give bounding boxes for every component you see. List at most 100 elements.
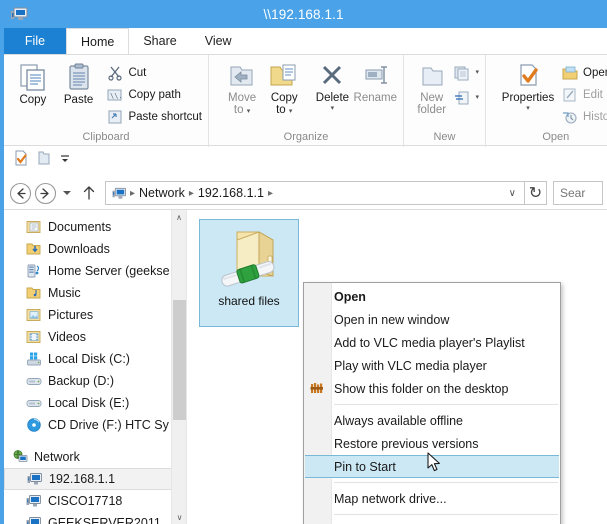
explorer-window: \\192.168.1.1 File Home Share View Copy …: [0, 0, 607, 524]
nav-item-cd-drive-f[interactable]: CD Drive (F:) HTC Sy: [4, 414, 186, 436]
shared-folder-icon: [221, 231, 275, 287]
tab-home[interactable]: Home: [66, 28, 130, 54]
scrollbar-thumb[interactable]: [173, 300, 186, 420]
nav-item-geekserver2011[interactable]: GEEKSERVER2011: [4, 512, 186, 524]
ctx-item-open[interactable]: Open: [304, 285, 560, 308]
nav-item-videos[interactable]: Videos: [4, 326, 186, 348]
nav-item-documents[interactable]: Documents: [4, 216, 186, 238]
nav-item-cisco17718[interactable]: CISCO17718: [4, 490, 186, 512]
ctx-item-show-folder-on-desktop[interactable]: Show this folder on the desktop: [304, 377, 560, 400]
breadcrumb-separator: ▸: [130, 187, 136, 199]
ctx-item-label: Always available offline: [334, 413, 464, 428]
easy-access-button[interactable]: ▾: [454, 88, 479, 107]
ctx-item-label: Open in new window: [334, 312, 450, 327]
breadcrumb-separator: ▸: [267, 187, 273, 199]
tab-share[interactable]: Share: [129, 28, 190, 54]
window-title: \\192.168.1.1: [263, 6, 344, 22]
breadcrumb-separator: ▸: [188, 187, 194, 199]
ctx-separator: [334, 404, 558, 405]
ctx-item-label: Add to VLC media player's Playlist: [334, 335, 525, 350]
nav-item-home-server[interactable]: Home Server (geekse: [4, 260, 186, 282]
file-item-shared-files[interactable]: shared files: [199, 219, 299, 327]
ctx-item-restore-previous-versions[interactable]: Restore previous versions: [304, 432, 560, 455]
nav-item-backup-d[interactable]: Backup (D:): [4, 370, 186, 392]
copy-to-button[interactable]: Copy to ▾: [263, 59, 305, 116]
copy-to-button-label: Copy to ▾: [270, 92, 298, 116]
ribbon-group-label-open: Open: [542, 131, 570, 143]
ctx-item-map-network-drive[interactable]: Map network drive...: [304, 487, 560, 510]
ctx-item-pin-to-start[interactable]: Pin to Start: [305, 455, 559, 478]
nav-item-local-disk-e[interactable]: Local Disk (E:): [4, 392, 186, 414]
new-folder-button[interactable]: New folder: [410, 59, 453, 116]
back-button[interactable]: [8, 181, 33, 206]
nav-section-network[interactable]: Network: [4, 446, 186, 468]
open-button[interactable]: Open ▾: [562, 63, 607, 82]
windows-disk-icon: [27, 352, 41, 366]
new-folder-qat-icon[interactable]: [36, 150, 52, 171]
nav-item-downloads[interactable]: Downloads: [4, 238, 186, 260]
history-button[interactable]: History: [562, 107, 607, 126]
address-dropdown-icon[interactable]: ∨: [503, 188, 522, 199]
videos-icon: [26, 331, 41, 343]
nav-item-local-disk-c[interactable]: Local Disk (C:): [4, 348, 186, 370]
rename-button[interactable]: Rename: [354, 59, 397, 104]
refresh-button[interactable]: ↻: [525, 181, 547, 205]
ctx-item-open-in-new-window[interactable]: Open in new window: [304, 308, 560, 331]
disk-icon: [26, 378, 42, 385]
customize-dropdown-icon[interactable]: [59, 151, 71, 169]
nav-item-label: CISCO17718: [48, 494, 123, 508]
open-folder-icon: [562, 66, 578, 79]
address-bar: ▸ Network ▸ 192.168.1.1 ▸ ∨ ↻ Sear: [4, 177, 607, 209]
ribbon-group-label-organize: Organize: [283, 131, 329, 143]
ctx-item-label: Show this folder on the desktop: [334, 381, 509, 396]
ribbon-group-clipboard: Copy Paste Cut \\. Copy path Paste short…: [4, 55, 209, 147]
ribbon-group-new: New folder ▾ ▾ New: [404, 55, 486, 147]
ctx-item-always-available-offline[interactable]: Always available offline: [304, 409, 560, 432]
ctx-item-copy[interactable]: Copy: [304, 519, 560, 524]
ctx-item-label: Play with VLC media player: [334, 358, 487, 373]
breadcrumb-bar[interactable]: ▸ Network ▸ 192.168.1.1 ▸ ∨: [105, 181, 525, 205]
ctx-item-add-to-vlc-playlist[interactable]: Add to VLC media player's Playlist: [304, 331, 560, 354]
breadcrumb-host[interactable]: 192.168.1.1: [195, 186, 267, 200]
copy-path-button[interactable]: \\.. Copy path: [107, 85, 202, 104]
open-button-label: Open: [583, 66, 607, 79]
properties-qat-icon[interactable]: [13, 150, 29, 171]
search-input[interactable]: Sear: [553, 181, 603, 205]
network-computer-icon: [26, 495, 41, 507]
copy-button-label: Copy: [19, 94, 47, 106]
cut-button[interactable]: Cut: [107, 63, 202, 82]
ctx-item-play-with-vlc[interactable]: Play with VLC media player: [304, 354, 560, 377]
scroll-down-arrow[interactable]: ∨: [172, 510, 186, 524]
nav-item-label: Videos: [48, 330, 86, 344]
copy-button[interactable]: Copy: [10, 59, 56, 106]
disk-icon: [26, 400, 42, 407]
breadcrumb-network[interactable]: Network: [136, 186, 188, 200]
nav-item-label: Music: [48, 286, 81, 300]
up-button[interactable]: [76, 181, 101, 206]
properties-button-label: Properties: [501, 92, 555, 104]
documents-icon: [26, 221, 41, 233]
forward-button[interactable]: [33, 181, 58, 206]
nav-item-label: Local Disk (C:): [48, 352, 130, 366]
new-item-button[interactable]: ▾: [454, 63, 479, 82]
move-to-button[interactable]: Move to ▾: [221, 59, 263, 116]
nav-item-192-168-1-1[interactable]: 192.168.1.1: [4, 468, 178, 490]
history-button-label: History: [583, 110, 607, 123]
ctx-separator: [334, 514, 558, 515]
nav-item-music[interactable]: Music: [4, 282, 186, 304]
scroll-up-arrow[interactable]: ∧: [172, 210, 186, 225]
recent-locations-button[interactable]: [58, 181, 76, 206]
history-icon: [563, 111, 577, 124]
edit-button-label: Edit: [583, 88, 603, 101]
paste-shortcut-button[interactable]: Paste shortcut: [107, 107, 202, 126]
nav-item-pictures[interactable]: Pictures: [4, 304, 186, 326]
tab-file[interactable]: File: [4, 28, 66, 54]
properties-button[interactable]: Properties ▾: [498, 59, 558, 112]
nav-item-label: Local Disk (E:): [48, 396, 130, 410]
delete-button[interactable]: Delete ▾: [311, 59, 353, 112]
edit-button[interactable]: Edit: [562, 85, 607, 104]
nav-pane-scrollbar[interactable]: ∧ ∨: [171, 210, 186, 524]
paste-button[interactable]: Paste: [56, 59, 102, 106]
tab-view[interactable]: View: [191, 28, 246, 54]
